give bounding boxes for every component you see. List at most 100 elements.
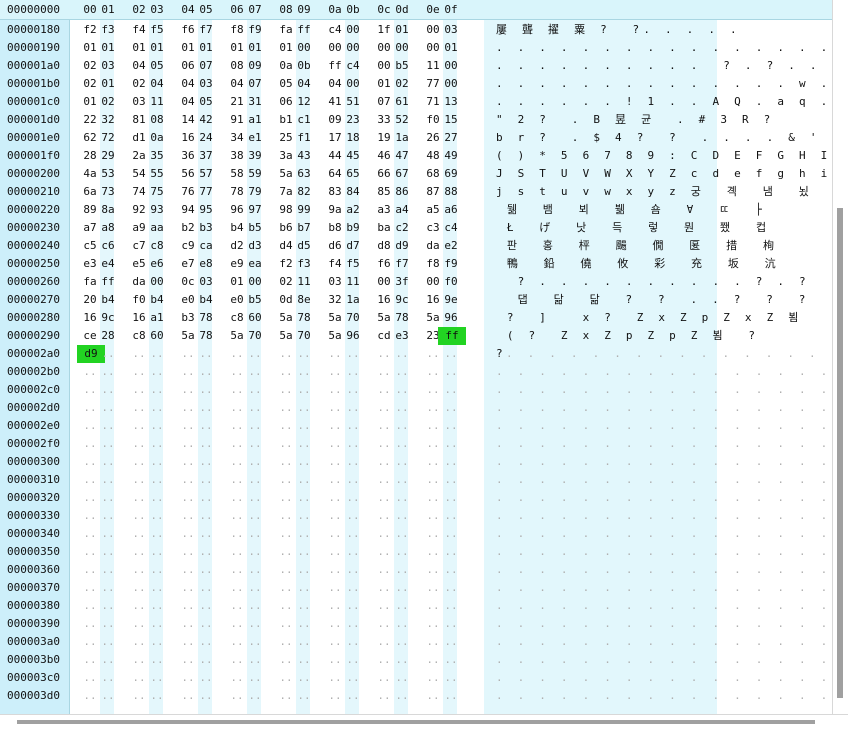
empty-hex-byte[interactable]: ..: [98, 381, 118, 399]
empty-hex-byte[interactable]: ..: [392, 453, 412, 471]
hex-byte[interactable]: d4: [276, 237, 296, 255]
ascii-text[interactable]: ?: [496, 345, 507, 363]
empty-hex-byte[interactable]: ..: [245, 417, 265, 435]
empty-hex-byte[interactable]: ..: [129, 489, 149, 507]
hex-byte[interactable]: 05: [147, 57, 167, 75]
hex-byte[interactable]: 11: [294, 273, 314, 291]
hex-byte[interactable]: 45: [343, 147, 363, 165]
empty-hex-byte[interactable]: ..: [147, 489, 167, 507]
empty-hex-byte[interactable]: ..: [441, 363, 461, 381]
empty-hex-byte[interactable]: ..: [374, 363, 394, 381]
empty-ascii-text[interactable]: . . . . . . . . . . . . . . . .: [496, 579, 832, 597]
hex-byte[interactable]: 11: [423, 57, 443, 75]
hex-byte[interactable]: b1: [276, 111, 296, 129]
empty-hex-byte[interactable]: ..: [325, 561, 345, 579]
hex-byte[interactable]: a5: [423, 201, 443, 219]
hex-byte[interactable]: 8a: [98, 201, 118, 219]
hex-byte[interactable]: a2: [343, 201, 363, 219]
empty-hex-byte[interactable]: ..: [392, 435, 412, 453]
empty-hex-byte[interactable]: ..: [178, 453, 198, 471]
empty-hex-byte[interactable]: ..: [98, 651, 118, 669]
hex-byte[interactable]: 74: [129, 183, 149, 201]
empty-hex-byte[interactable]: ..: [129, 345, 149, 363]
ascii-text[interactable]: 鴨 鉛 僥 攸 彩 充 坂 沆: [496, 255, 780, 273]
empty-hex-byte[interactable]: ..: [423, 615, 443, 633]
hex-byte[interactable]: 02: [392, 75, 412, 93]
hex-byte[interactable]: 0b: [294, 57, 314, 75]
empty-hex-byte[interactable]: ..: [325, 669, 345, 687]
empty-hex-byte[interactable]: ..: [147, 579, 167, 597]
hex-byte[interactable]: c8: [227, 309, 247, 327]
empty-hex-byte[interactable]: ..: [245, 363, 265, 381]
empty-hex-byte[interactable]: ..: [423, 381, 443, 399]
empty-hex-byte[interactable]: ..: [227, 507, 247, 525]
hex-byte[interactable]: 57: [196, 165, 216, 183]
hex-byte[interactable]: 77: [423, 75, 443, 93]
hex-byte[interactable]: c4: [325, 21, 345, 39]
hex-byte[interactable]: e5: [129, 255, 149, 273]
hex-byte[interactable]: 64: [325, 165, 345, 183]
empty-hex-byte[interactable]: ..: [147, 633, 167, 651]
empty-hex-byte[interactable]: ..: [196, 543, 216, 561]
empty-hex-byte[interactable]: ..: [98, 507, 118, 525]
empty-hex-byte[interactable]: ..: [325, 435, 345, 453]
empty-hex-byte[interactable]: ..: [129, 615, 149, 633]
hex-byte[interactable]: e9: [227, 255, 247, 273]
hex-byte[interactable]: 52: [392, 111, 412, 129]
empty-hex-byte[interactable]: ..: [374, 489, 394, 507]
hex-byte[interactable]: 67: [392, 165, 412, 183]
empty-hex-byte[interactable]: ..: [423, 633, 443, 651]
empty-hex-byte[interactable]: ..: [325, 471, 345, 489]
empty-hex-byte[interactable]: ..: [80, 687, 100, 705]
hex-byte[interactable]: 07: [374, 93, 394, 111]
hex-byte[interactable]: 94: [178, 201, 198, 219]
empty-hex-byte[interactable]: ..: [147, 381, 167, 399]
empty-hex-byte[interactable]: ..: [423, 525, 443, 543]
hex-byte[interactable]: b8: [325, 219, 345, 237]
hex-byte[interactable]: 78: [196, 327, 216, 345]
empty-hex-byte[interactable]: ..: [98, 615, 118, 633]
empty-hex-byte[interactable]: ..: [98, 687, 118, 705]
hex-byte[interactable]: 16: [423, 291, 443, 309]
empty-hex-byte[interactable]: ..: [423, 417, 443, 435]
hex-byte[interactable]: 69: [441, 165, 461, 183]
hex-byte[interactable]: a8: [98, 219, 118, 237]
empty-hex-byte[interactable]: ..: [441, 651, 461, 669]
hex-byte[interactable]: a4: [392, 201, 412, 219]
hex-byte[interactable]: 01: [441, 39, 461, 57]
empty-hex-byte[interactable]: ..: [80, 399, 100, 417]
hex-byte[interactable]: a7: [80, 219, 100, 237]
empty-hex-byte[interactable]: ..: [325, 363, 345, 381]
empty-hex-byte[interactable]: ..: [343, 363, 363, 381]
empty-hex-byte[interactable]: ..: [129, 651, 149, 669]
hex-byte[interactable]: 00: [343, 39, 363, 57]
hex-byte[interactable]: e3: [80, 255, 100, 273]
hex-byte[interactable]: 5a: [276, 165, 296, 183]
empty-hex-byte[interactable]: ..: [196, 453, 216, 471]
empty-ascii-text[interactable]: . . . . . . . . . . . . . . . .: [496, 633, 832, 651]
hex-byte[interactable]: b3: [196, 219, 216, 237]
hex-byte[interactable]: 38: [227, 147, 247, 165]
hex-byte[interactable]: f2: [276, 255, 296, 273]
hex-byte[interactable]: 1f: [374, 21, 394, 39]
ascii-text[interactable]: 屢 聾 擢 粟 ? ?. . . . .: [496, 21, 741, 39]
empty-hex-byte[interactable]: ..: [178, 363, 198, 381]
hex-byte[interactable]: 54: [129, 165, 149, 183]
hex-byte[interactable]: 01: [276, 39, 296, 57]
hex-byte[interactable]: d8: [374, 237, 394, 255]
hex-byte[interactable]: 31: [245, 93, 265, 111]
hex-byte[interactable]: 73: [98, 183, 118, 201]
empty-hex-byte[interactable]: ..: [129, 687, 149, 705]
empty-hex-byte[interactable]: ..: [227, 363, 247, 381]
hex-byte[interactable]: 03: [196, 273, 216, 291]
ascii-text[interactable]: ( ) * 5 6 7 8 9 : C D E F G H I: [496, 147, 832, 165]
selected-hex-byte[interactable]: ff: [438, 327, 466, 345]
hex-byte[interactable]: 55: [147, 165, 167, 183]
empty-hex-byte[interactable]: ..: [80, 615, 100, 633]
empty-hex-byte[interactable]: ..: [392, 651, 412, 669]
ascii-text[interactable]: 판 홍 枰 颺 僩 匽 措 栒: [496, 237, 778, 255]
empty-hex-byte[interactable]: ..: [196, 579, 216, 597]
empty-hex-byte[interactable]: ..: [276, 453, 296, 471]
empty-hex-byte[interactable]: ..: [374, 435, 394, 453]
hex-byte[interactable]: 04: [129, 57, 149, 75]
